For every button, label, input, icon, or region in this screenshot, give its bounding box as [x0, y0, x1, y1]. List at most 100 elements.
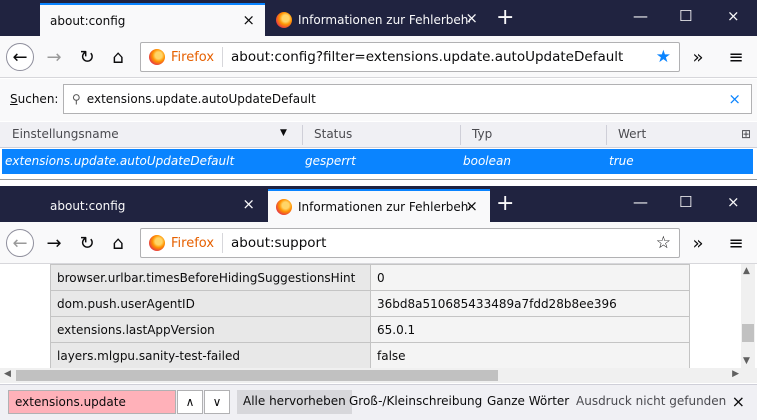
tab-close-icon[interactable]: ×	[465, 198, 478, 214]
column-picker-icon[interactable]: ⊞	[741, 127, 751, 141]
column-value[interactable]: Wert	[618, 127, 646, 141]
search-value: extensions.update.autoUpdateDefault	[86, 92, 316, 106]
tab-about-config[interactable]: about:config ×	[40, 3, 265, 36]
find-next-icon[interactable]: ∨	[204, 390, 230, 414]
support-content: browser.urlbar.timesBeforeHidingSuggesti…	[0, 264, 757, 369]
column-name[interactable]: Einstellungsname	[12, 127, 119, 141]
pref-type: boolean	[463, 154, 511, 168]
firefox-icon	[276, 11, 292, 28]
pref-value: 36bd8a510685433489a7fdd28b8ee396	[370, 290, 690, 317]
url-text: about:config?filter=extensions.update.au…	[231, 49, 624, 65]
minimize-icon[interactable]: —	[633, 8, 648, 24]
scroll-up-icon[interactable]: ▲	[743, 266, 750, 276]
tab-title: about:config	[50, 13, 126, 28]
close-find-bar-icon[interactable]: ×	[732, 392, 745, 411]
pref-key: dom.push.userAgentID	[50, 290, 371, 317]
tab-title: Informationen zur Fehlerbeheb	[298, 12, 470, 27]
scroll-right-icon[interactable]: ▶	[732, 369, 739, 379]
menu-icon[interactable]: ≡	[722, 229, 750, 257]
pref-value: false	[370, 342, 690, 369]
scroll-thumb[interactable]	[16, 370, 498, 381]
tab-close-icon[interactable]: ×	[465, 10, 478, 26]
column-status[interactable]: Status	[314, 127, 352, 141]
table-row[interactable]: extensions.update.autoUpdateDefault gesp…	[2, 149, 753, 174]
reload-icon[interactable]: ↻	[73, 229, 101, 257]
maximize-icon[interactable]: ☐	[679, 194, 692, 210]
search-input[interactable]: ⚲ extensions.update.autoUpdateDefault ×	[63, 84, 752, 114]
pref-value: 65.0.1	[370, 316, 690, 343]
table-row: dom.push.userAgentID 36bd8a510685433489a…	[50, 290, 690, 317]
table-row: browser.urlbar.timesBeforeHidingSuggesti…	[50, 264, 690, 291]
overflow-icon[interactable]: »	[684, 229, 712, 257]
find-previous-icon[interactable]: ∧	[177, 390, 203, 414]
column-type[interactable]: Typ	[472, 127, 492, 141]
column-divider[interactable]	[606, 125, 607, 145]
close-window-icon[interactable]: ×	[727, 8, 740, 24]
search-icon: ⚲	[72, 92, 81, 106]
pref-key: layers.mlgpu.sanity-test-failed	[50, 342, 371, 369]
highlight-all-button[interactable]: Alle hervorheben	[237, 390, 352, 414]
close-window-icon[interactable]: ×	[727, 194, 740, 210]
tab-about-config[interactable]: about:config ×	[40, 189, 265, 222]
identity-label: Firefox	[171, 49, 215, 65]
firefox-icon	[276, 198, 292, 215]
browser-window-config: about:config × Informationen zur Fehlerb…	[0, 0, 757, 180]
tab-strip: about:config × Informationen zur Fehlerb…	[0, 0, 757, 36]
new-tab-icon[interactable]: +	[496, 193, 514, 215]
tab-close-icon[interactable]: ×	[242, 12, 255, 28]
match-case-button[interactable]: Groß-/Kleinschreibung	[343, 390, 488, 414]
scroll-down-icon[interactable]: ▼	[743, 356, 750, 366]
find-input[interactable]: extensions.update	[8, 390, 176, 414]
url-separator	[222, 233, 224, 253]
url-separator	[222, 47, 224, 67]
back-icon[interactable]: ←	[6, 43, 34, 71]
nav-toolbar: ← → ↻ ⌂ Firefox about:config?filter=exte…	[0, 36, 757, 78]
identity-label: Firefox	[171, 235, 215, 251]
pref-value: 0	[370, 264, 690, 291]
url-text: about:support	[231, 235, 327, 251]
url-bar[interactable]: Firefox about:support ☆	[140, 228, 680, 258]
tab-close-icon[interactable]: ×	[242, 196, 255, 212]
maximize-icon[interactable]: ☐	[679, 8, 692, 24]
url-bar[interactable]: Firefox about:config?filter=extensions.u…	[140, 42, 680, 72]
forward-icon[interactable]: →	[40, 229, 68, 257]
pref-name: extensions.update.autoUpdateDefault	[5, 154, 235, 168]
firefox-icon	[149, 49, 165, 65]
pref-status: gesperrt	[305, 154, 356, 168]
home-icon[interactable]: ⌂	[104, 229, 132, 257]
whole-words-button[interactable]: Ganze Wörter	[481, 390, 575, 414]
pref-key: extensions.lastAppVersion	[50, 316, 371, 343]
tab-strip: about:config × Informationen zur Fehlerb…	[0, 186, 757, 222]
overflow-icon[interactable]: »	[684, 43, 712, 71]
reload-icon[interactable]: ↻	[73, 43, 101, 71]
pref-key: browser.urlbar.timesBeforeHidingSuggesti…	[50, 264, 371, 291]
menu-icon[interactable]: ≡	[722, 43, 750, 71]
new-tab-icon[interactable]: +	[496, 7, 514, 29]
column-divider[interactable]	[302, 125, 303, 145]
home-icon[interactable]: ⌂	[104, 43, 132, 71]
forward-icon[interactable]: →	[40, 43, 68, 71]
column-divider[interactable]	[460, 125, 461, 145]
firefox-icon	[149, 235, 165, 251]
identity-box[interactable]: Firefox	[141, 235, 214, 251]
clear-search-icon[interactable]: ×	[728, 90, 741, 108]
back-icon[interactable]: ←	[6, 229, 34, 257]
tab-title: Informationen zur Fehlerbeheb	[298, 199, 470, 214]
bookmark-star-icon[interactable]: ☆	[656, 233, 671, 253]
column-header: Einstellungsname ▼ Status Typ Wert ⊞	[0, 122, 757, 148]
scroll-thumb[interactable]	[742, 324, 754, 342]
sort-down-icon: ▼	[280, 128, 287, 138]
vertical-scrollbar[interactable]: ▲ ▼	[741, 264, 755, 368]
find-bar: extensions.update ∧ ∨ Alle hervorheben G…	[0, 384, 757, 420]
nav-toolbar: ← → ↻ ⌂ Firefox about:support ☆ » ≡	[0, 222, 757, 264]
config-search-row: Suchen: ⚲ extensions.update.autoUpdateDe…	[0, 79, 757, 121]
identity-box[interactable]: Firefox	[141, 49, 214, 65]
bookmark-star-icon[interactable]: ★	[656, 47, 671, 67]
tab-troubleshooting[interactable]: Informationen zur Fehlerbeheb ×	[268, 189, 490, 222]
important-prefs-table: browser.urlbar.timesBeforeHidingSuggesti…	[50, 264, 690, 369]
scroll-left-icon[interactable]: ◀	[4, 369, 11, 379]
horizontal-scrollbar[interactable]: ◀ ▶	[0, 368, 757, 383]
tab-troubleshooting[interactable]: Informationen zur Fehlerbeheb ×	[268, 3, 490, 36]
tab-title: about:config	[50, 198, 126, 213]
minimize-icon[interactable]: —	[633, 194, 648, 210]
